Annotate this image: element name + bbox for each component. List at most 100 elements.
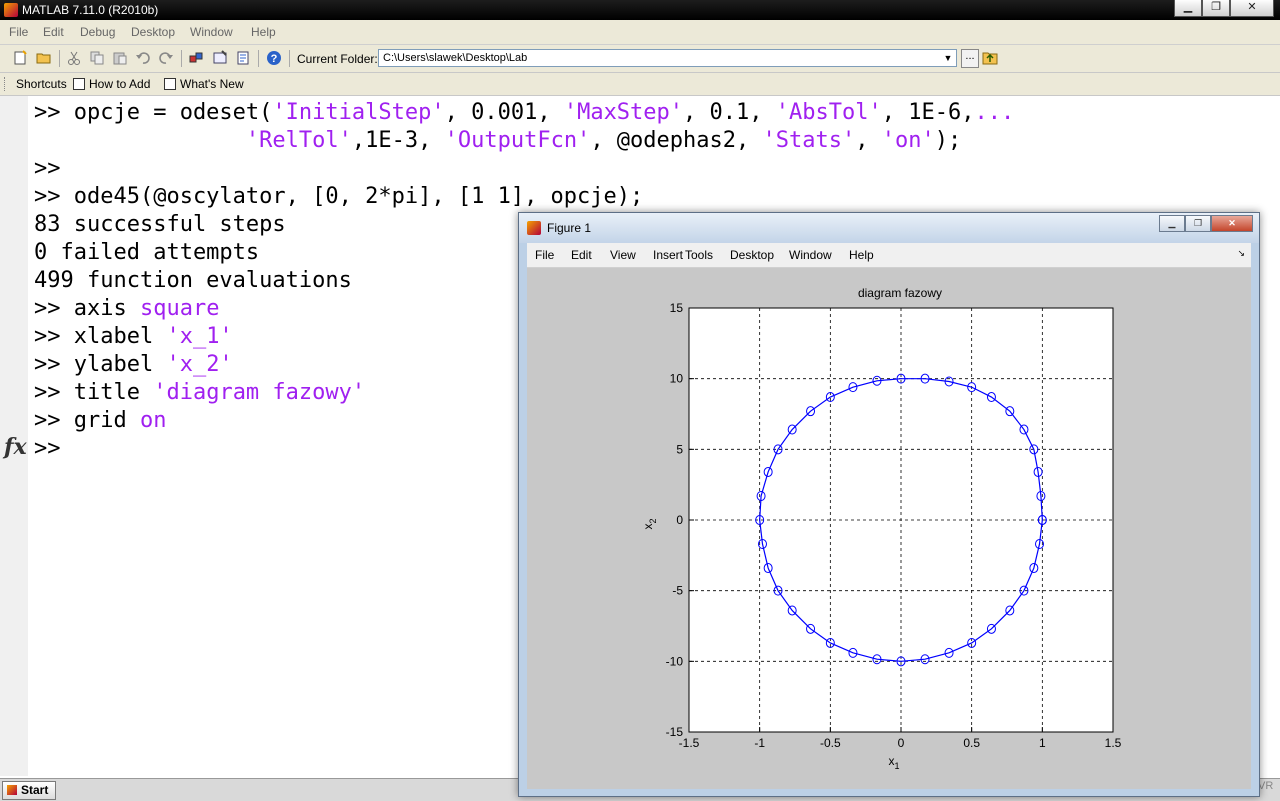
y-tick-label: -15 xyxy=(666,725,684,739)
maximize-button[interactable]: ❐ xyxy=(1202,0,1230,17)
new-file-icon[interactable] xyxy=(12,50,28,66)
matlab-logo-icon xyxy=(4,3,18,17)
simulink-icon[interactable] xyxy=(188,50,204,66)
code-token: 499 function evaluations xyxy=(34,268,352,293)
svg-text:?: ? xyxy=(271,53,278,65)
how-to-add-link[interactable]: How to Add xyxy=(89,77,150,91)
folder-up-icon[interactable] xyxy=(982,50,998,65)
code-token: >> ylabel xyxy=(34,352,167,377)
x-axis-label: x1 xyxy=(888,754,899,771)
x-tick-label: 0 xyxy=(898,736,905,750)
code-string-token: 'diagram fazowy' xyxy=(153,380,366,405)
minimize-button[interactable]: ▁ xyxy=(1174,0,1202,17)
shortcuts-label[interactable]: Shortcuts xyxy=(16,77,67,91)
figure-menu-edit[interactable]: Edit xyxy=(571,248,592,262)
start-icon xyxy=(7,785,17,795)
window-title: MATLAB 7.11.0 (R2010b) xyxy=(22,3,159,17)
current-folder-field[interactable]: C:\Users\slawek\Desktop\Lab ▼ xyxy=(378,49,957,67)
close-button[interactable]: ✕ xyxy=(1230,0,1274,17)
figure-window[interactable]: Figure 1 ▁ ❐ ✕ File Edit View Insert Too… xyxy=(518,212,1260,797)
figure-menu-insert[interactable]: Insert xyxy=(653,248,683,262)
copy-icon[interactable] xyxy=(89,50,105,66)
current-folder-label: Current Folder: xyxy=(297,52,378,66)
redo-icon[interactable] xyxy=(158,50,174,66)
profiler-icon[interactable] xyxy=(235,50,251,66)
figure-menu-file[interactable]: File xyxy=(535,248,554,262)
help-icon[interactable]: ? xyxy=(266,50,282,66)
figure-menu-view[interactable]: View xyxy=(610,248,636,262)
code-string-token: square xyxy=(139,296,220,321)
command-line: >> axis square xyxy=(34,295,219,323)
code-token: >> xyxy=(34,436,61,461)
y-tick-label: -10 xyxy=(666,654,684,668)
figure-menu-tools[interactable]: Tools xyxy=(685,248,713,262)
code-string-token: 'Stats' xyxy=(762,128,856,153)
code-token: >> title xyxy=(34,380,154,405)
cut-icon[interactable] xyxy=(66,50,82,66)
x-tick-label: -0.5 xyxy=(820,736,841,750)
code-token: >> opcje = odeset( xyxy=(34,100,273,125)
menu-desktop[interactable]: Desktop xyxy=(131,25,175,39)
code-token: 0 failed attempts xyxy=(34,240,260,265)
toolbar-separator xyxy=(59,50,60,67)
figure-close-button[interactable]: ✕ xyxy=(1211,215,1253,232)
y-axis-label: x2 xyxy=(641,518,658,529)
code-string-token: 'OutputFcn' xyxy=(444,128,591,153)
x-tick-label: -1 xyxy=(754,736,765,750)
menu-edit[interactable]: Edit xyxy=(43,25,64,39)
y-tick-label: 15 xyxy=(670,301,684,315)
figure-minimize-button[interactable]: ▁ xyxy=(1159,215,1185,232)
window-controls: ▁ ❐ ✕ xyxy=(1174,0,1274,17)
figure-menu-help[interactable]: Help xyxy=(849,248,874,262)
command-line: >> xyxy=(34,435,61,463)
menu-help[interactable]: Help xyxy=(251,25,276,39)
command-line: 0 failed attempts xyxy=(34,239,259,267)
code-string-token: 'AbsTol' xyxy=(775,100,882,125)
code-token: 83 successful steps xyxy=(34,212,286,237)
function-browser-icon[interactable]: fx xyxy=(4,434,27,460)
toolbar-grip xyxy=(4,77,7,91)
code-token: , xyxy=(855,128,882,153)
figure-window-controls: ▁ ❐ ✕ xyxy=(1159,215,1253,232)
code-string-token: 'x_2' xyxy=(166,352,233,377)
code-token: >> xyxy=(34,156,61,181)
toolbar-separator xyxy=(289,50,290,67)
guide-icon[interactable] xyxy=(212,50,228,66)
figure-menu-window[interactable]: Window xyxy=(789,248,832,262)
command-line: >> opcje = odeset('InitialStep', 0.001, … xyxy=(34,99,1014,127)
chevron-down-icon[interactable]: ▼ xyxy=(940,50,956,66)
y-tick-label: -5 xyxy=(672,584,683,598)
figure-maximize-button[interactable]: ❐ xyxy=(1185,215,1211,232)
paste-icon[interactable] xyxy=(112,50,128,66)
figure-menu-desktop[interactable]: Desktop xyxy=(730,248,774,262)
phase-plot: diagram fazowy -1.5 -1 -0.5 0 0.5 1 1.5151050-… xyxy=(641,286,1122,771)
browse-folder-button[interactable]: ... xyxy=(961,49,979,68)
figure-canvas: diagram fazowy -1.5 -1 -0.5 0 0.5 1 1.5 15 10 5 0-… xyxy=(527,268,1251,789)
x-tick-label: 1.5 xyxy=(1105,736,1122,750)
chart-title: diagram fazowy xyxy=(858,286,942,300)
start-button[interactable]: Start xyxy=(2,781,56,800)
code-string-token: 'MaxStep' xyxy=(563,100,684,125)
shortcuts-bar: Shortcuts How to Add What's New xyxy=(0,73,1280,96)
toolbar-separator xyxy=(258,50,259,67)
code-string-token: 'RelTol' xyxy=(245,128,352,153)
code-token: >> grid xyxy=(34,408,140,433)
code-token: >> ode45(@oscylator, [0, 2*pi], [1 1], o… xyxy=(34,184,644,209)
dock-arrow-icon[interactable]: ↘ xyxy=(1237,248,1245,259)
menu-window[interactable]: Window xyxy=(190,25,233,39)
code-token: ,1E-3, xyxy=(351,128,445,153)
code-string-token: ... xyxy=(974,100,1015,125)
y-tick-label: 10 xyxy=(670,372,684,386)
command-line: >> ylabel 'x_2' xyxy=(34,351,233,379)
code-token: , 1E-6, xyxy=(881,100,975,125)
menu-debug[interactable]: Debug xyxy=(80,25,115,39)
undo-icon[interactable] xyxy=(135,50,151,66)
matlab-logo-icon xyxy=(527,221,541,235)
command-line: >> xyxy=(34,155,61,183)
menu-file[interactable]: File xyxy=(9,25,28,39)
open-folder-icon[interactable] xyxy=(36,50,52,66)
figure-title: Figure 1 xyxy=(547,221,592,235)
whats-new-link[interactable]: What's New xyxy=(180,77,244,91)
title-bar: MATLAB 7.11.0 (R2010b) ▁ ❐ ✕ xyxy=(0,0,1280,20)
